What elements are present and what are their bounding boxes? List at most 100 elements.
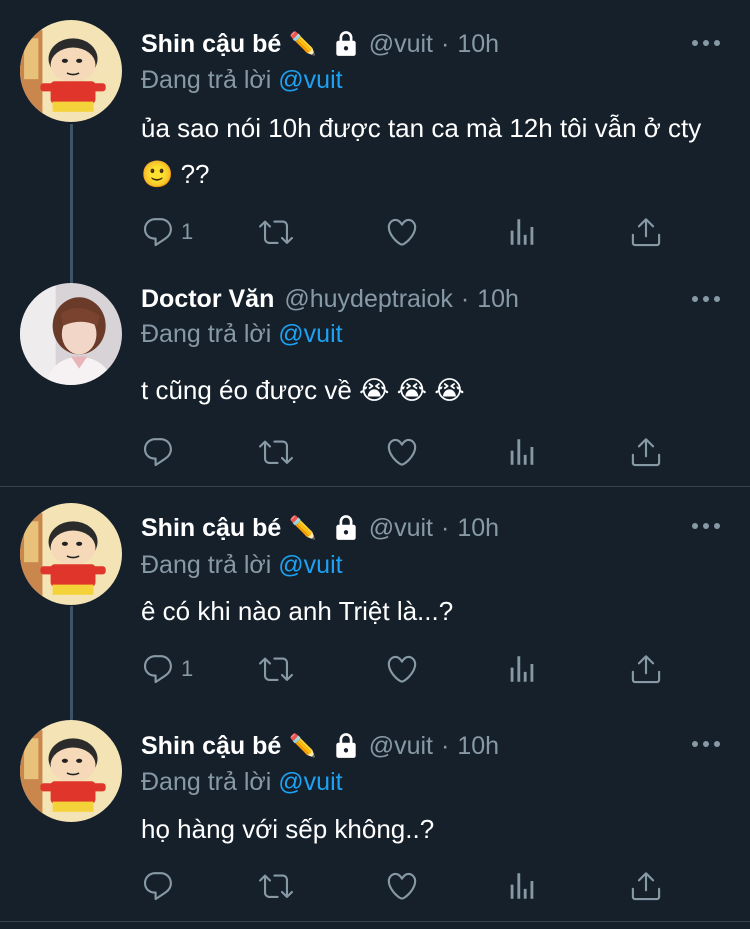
retweet-button[interactable] <box>259 866 293 906</box>
shin-chan-avatar-image <box>20 503 122 605</box>
display-name[interactable]: Doctor Văn <box>141 285 274 314</box>
share-icon <box>629 652 663 686</box>
tweet-text: họ hàng với sếp không..? <box>141 814 435 844</box>
timestamp[interactable]: 10h <box>457 30 499 59</box>
share-icon <box>629 215 663 249</box>
like-button[interactable] <box>385 432 419 472</box>
reply-button[interactable] <box>141 866 181 906</box>
replying-prefix: Đang trả lời <box>141 320 272 348</box>
replying-prefix: Đang trả lời <box>141 768 272 796</box>
replying-prefix: Đang trả lời <box>141 66 272 94</box>
tweet-header: Shin cậu bé ✏️ @vuit · 10h <box>141 27 499 61</box>
analytics-icon <box>505 869 539 903</box>
user-handle[interactable]: @vuit <box>369 514 433 543</box>
avatar[interactable] <box>20 503 122 605</box>
analytics-button[interactable] <box>505 212 539 252</box>
like-button[interactable] <box>385 866 419 906</box>
timestamp[interactable]: 10h <box>457 514 499 543</box>
avatar[interactable] <box>20 283 122 385</box>
action-bar <box>141 866 701 906</box>
tweet-header: Shin cậu bé ✏️ @vuit · 10h <box>141 511 499 545</box>
mention-link[interactable]: @vuit <box>278 66 342 94</box>
reply-icon <box>141 435 175 469</box>
lock-icon <box>333 30 359 58</box>
analytics-button[interactable] <box>505 649 539 689</box>
mention-link[interactable]: @vuit <box>278 320 342 348</box>
retweet-icon <box>259 435 293 469</box>
reply-count: 1 <box>181 656 194 681</box>
thread-connector-line <box>70 606 73 720</box>
replying-to: Đang trả lời @vuit <box>141 66 343 95</box>
heart-icon <box>385 869 419 903</box>
shin-chan-avatar-image <box>20 720 122 822</box>
retweet-icon <box>259 869 293 903</box>
share-button[interactable] <box>629 866 663 906</box>
analytics-button[interactable] <box>505 866 539 906</box>
share-button[interactable] <box>629 649 663 689</box>
action-bar: 1 <box>141 649 701 689</box>
tweet-divider <box>0 486 750 487</box>
thread-connector-line <box>70 124 73 284</box>
tweet-text: t cũng éo được về 😭 😭 😭 <box>141 375 465 405</box>
timestamp[interactable]: 10h <box>457 732 499 761</box>
timestamp[interactable]: 10h <box>477 285 519 314</box>
pencil-emoji: ✏️ <box>289 733 317 758</box>
tweet-divider <box>0 921 750 922</box>
analytics-icon <box>505 652 539 686</box>
reply-count: 1 <box>181 219 194 244</box>
like-button[interactable] <box>385 649 419 689</box>
display-name[interactable]: Shin cậu bé <box>141 514 281 543</box>
pencil-emoji: ✏️ <box>289 31 317 56</box>
more-options-icon[interactable] <box>692 294 720 304</box>
pencil-emoji: ✏️ <box>289 515 317 540</box>
analytics-button[interactable] <box>505 432 539 472</box>
display-name[interactable]: Shin cậu bé <box>141 30 281 59</box>
more-options-icon[interactable] <box>692 38 720 48</box>
lock-icon <box>333 732 359 760</box>
share-button[interactable] <box>629 432 663 472</box>
reply-icon <box>141 869 175 903</box>
analytics-icon <box>505 435 539 469</box>
avatar[interactable] <box>20 20 122 122</box>
separator-dot: · <box>460 284 470 313</box>
retweet-button[interactable] <box>259 212 293 252</box>
replying-prefix: Đang trả lời <box>141 551 272 579</box>
user-handle[interactable]: @vuit <box>369 30 433 59</box>
mention-link[interactable]: @vuit <box>278 768 342 796</box>
tweet-text: ê có khi nào anh Triệt là...? <box>141 596 454 626</box>
share-icon <box>629 869 663 903</box>
separator-dot: · <box>441 29 450 58</box>
reply-button[interactable] <box>141 432 181 472</box>
retweet-icon <box>259 215 293 249</box>
avatar[interactable] <box>20 720 122 822</box>
retweet-button[interactable] <box>259 432 293 472</box>
replying-to: Đang trả lời @vuit <box>141 551 343 580</box>
replying-to: Đang trả lời @vuit <box>141 320 343 349</box>
tweet-text: ủa sao nói 10h được tan ca mà 12h tôi vẫ… <box>141 113 702 189</box>
heart-icon <box>385 215 419 249</box>
analytics-icon <box>505 215 539 249</box>
user-handle[interactable]: @huydeptraiok <box>284 285 453 314</box>
replying-to: Đang trả lời @vuit <box>141 768 343 797</box>
reply-button[interactable]: 1 <box>141 649 193 689</box>
person-avatar-image <box>20 283 122 385</box>
separator-dot: · <box>441 731 450 760</box>
like-button[interactable] <box>385 212 419 252</box>
lock-icon <box>333 514 359 542</box>
more-options-icon[interactable] <box>692 739 720 749</box>
tweet-header: Shin cậu bé ✏️ @vuit · 10h <box>141 729 499 763</box>
separator-dot: · <box>441 513 450 542</box>
retweet-button[interactable] <box>259 649 293 689</box>
retweet-icon <box>259 652 293 686</box>
tweet-header: Doctor Văn @huydeptraiok · 10h <box>141 282 519 316</box>
user-handle[interactable]: @vuit <box>369 732 433 761</box>
mention-link[interactable]: @vuit <box>278 551 342 579</box>
reply-button[interactable]: 1 <box>141 212 193 252</box>
share-button[interactable] <box>629 212 663 252</box>
shin-chan-avatar-image <box>20 20 122 122</box>
heart-icon <box>385 652 419 686</box>
display-name[interactable]: Shin cậu bé <box>141 732 281 761</box>
action-bar <box>141 432 701 472</box>
more-options-icon[interactable] <box>692 521 720 531</box>
reply-icon <box>141 652 175 686</box>
